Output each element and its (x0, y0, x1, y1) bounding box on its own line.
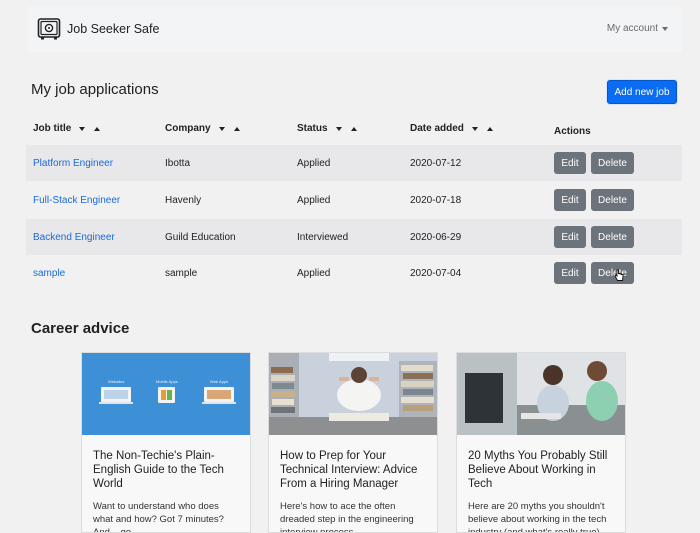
page-title: My job applications (31, 81, 159, 98)
card-title[interactable]: How to Prep for Your Technical Interview… (280, 449, 430, 491)
table-row: Platform Engineer Ibotta Applied 2020-07… (26, 145, 682, 181)
card-text: Here are 20 myths you shouldn't believe … (468, 501, 607, 533)
thumbnail-label: Websites (108, 379, 125, 384)
company-cell: Havenly (165, 194, 202, 206)
sort-descending-icon[interactable] (79, 126, 86, 131)
job-title-link[interactable]: Full-Stack Engineer (33, 182, 120, 218)
column-label: Date added (410, 123, 464, 134)
card-title[interactable]: The Non-Techie's Plain-English Guide to … (93, 449, 243, 491)
sort-descending-icon[interactable] (218, 126, 225, 131)
sort-ascending-icon[interactable] (233, 126, 240, 131)
article-thumbnail (82, 353, 250, 435)
company-cell: sample (165, 267, 198, 279)
date-cell: 2020-07-12 (410, 157, 462, 169)
edit-button[interactable]: Edit (554, 226, 586, 248)
navbar: Job Seeker Safe My account (28, 6, 682, 52)
add-new-job-button[interactable]: Add new job (607, 80, 677, 104)
column-header-status: Status (297, 123, 357, 134)
edit-button[interactable]: Edit (554, 262, 586, 284)
column-label: Job title (33, 123, 72, 134)
column-header-actions: Actions (554, 126, 591, 137)
safe-icon (37, 18, 61, 40)
job-title-link[interactable]: Platform Engineer (33, 145, 113, 181)
thumbnail-label: Web Apps (210, 379, 229, 384)
status-cell: Applied (297, 157, 331, 169)
sort-ascending-icon[interactable] (486, 126, 493, 131)
delete-button[interactable]: Delete (591, 226, 634, 248)
company-cell: Ibotta (165, 157, 191, 169)
card-text: Want to understand who does what and how… (93, 501, 224, 533)
status-cell: Applied (297, 267, 331, 279)
column-label: Status (297, 123, 328, 134)
brand-name: Job Seeker Safe (67, 22, 160, 36)
chevron-down-icon (662, 26, 668, 31)
status-cell: Applied (297, 194, 331, 206)
hand-pointer-icon (614, 269, 624, 281)
card-title[interactable]: 20 Myths You Probably Still Believe Abou… (468, 449, 618, 491)
table-row: Full-Stack Engineer Havenly Applied 2020… (26, 182, 682, 218)
column-header-job-title: Job title (33, 123, 101, 134)
article-thumbnail (269, 353, 437, 435)
account-menu[interactable]: My account (607, 23, 668, 34)
advice-card[interactable]: Websites Mobile Apps Web Apps The Non-Te… (81, 352, 251, 533)
sort-descending-icon[interactable] (335, 126, 342, 131)
column-header-date-added: Date added (410, 123, 493, 134)
article-thumbnail (457, 353, 625, 435)
edit-button[interactable]: Edit (554, 189, 586, 211)
sort-controls (335, 126, 357, 131)
company-cell: Guild Education (165, 231, 236, 243)
delete-button[interactable]: Delete (591, 262, 634, 284)
job-title-link[interactable]: Backend Engineer (33, 219, 115, 255)
account-label: My account (606, 23, 658, 34)
date-cell: 2020-07-04 (410, 267, 462, 279)
column-header-company: Company (165, 123, 240, 134)
edit-button[interactable]: Edit (554, 152, 586, 174)
status-cell: Interviewed (297, 231, 349, 243)
sort-controls (218, 126, 240, 131)
date-cell: 2020-07-18 (410, 194, 462, 206)
job-title-link[interactable]: sample (33, 255, 65, 291)
sort-descending-icon[interactable] (471, 126, 478, 131)
thumbnail-label: Mobile Apps (156, 379, 178, 384)
sort-controls (79, 126, 101, 131)
sort-controls (471, 126, 493, 131)
brand[interactable]: Job Seeker Safe (37, 17, 159, 41)
section-title: Career advice (31, 320, 130, 337)
advice-card[interactable]: 20 Myths You Probably Still Believe Abou… (456, 352, 626, 533)
delete-button[interactable]: Delete (591, 152, 634, 174)
sort-ascending-icon[interactable] (350, 126, 357, 131)
delete-button[interactable]: Delete (591, 189, 634, 211)
table-row: Backend Engineer Guild Education Intervi… (26, 219, 682, 255)
sort-ascending-icon[interactable] (94, 126, 101, 131)
column-label: Actions (554, 126, 591, 137)
table-row: sample sample Applied 2020-07-04 Edit De… (26, 255, 682, 291)
card-text: Here's how to ace the often dreaded step… (280, 501, 414, 533)
advice-card[interactable]: How to Prep for Your Technical Interview… (268, 352, 438, 533)
date-cell: 2020-06-29 (410, 231, 462, 243)
column-label: Company (165, 123, 211, 134)
